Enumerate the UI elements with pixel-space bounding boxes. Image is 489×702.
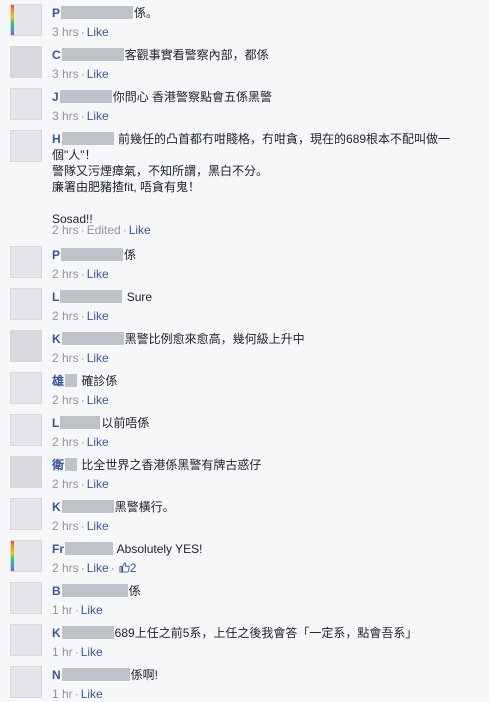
redacted-name	[65, 374, 78, 387]
comment-time[interactable]: 1 hr	[52, 687, 73, 701]
avatar[interactable]	[10, 46, 42, 78]
like-link[interactable]: Like	[87, 67, 109, 81]
like-link[interactable]: Like	[87, 561, 109, 575]
avatar[interactable]	[10, 288, 42, 320]
like-link[interactable]: Like	[87, 435, 109, 449]
redacted-name	[61, 132, 114, 145]
edited-label[interactable]: Edited	[87, 223, 121, 237]
comment-text-line: 前幾任的凸首都冇咁賤格，冇咁貪，現在的689根本不配叫做一	[118, 132, 451, 146]
like-link[interactable]: Like	[87, 109, 109, 123]
comment-text: Sure	[126, 290, 153, 304]
comment-time[interactable]: 2 hrs	[52, 223, 79, 237]
comment-text: 係啊!	[130, 668, 159, 682]
commenter-name[interactable]: K	[52, 500, 61, 514]
redacted-name	[60, 290, 123, 303]
comment-time[interactable]: 1 hr	[52, 603, 73, 617]
avatar[interactable]	[10, 624, 42, 656]
avatar[interactable]	[10, 414, 42, 446]
comment-text-line: 警隊又污煙瘴氣，不知所謂，黑白不分。	[52, 164, 269, 178]
redacted-name	[61, 6, 134, 19]
commenter-name[interactable]: B	[52, 584, 61, 598]
avatar[interactable]	[10, 88, 42, 120]
comment-text-line: 廉署由肥豬揸fit, 唔貪有鬼！	[52, 180, 201, 194]
avatar[interactable]	[10, 456, 42, 488]
redacted-name	[65, 458, 78, 471]
commenter-name[interactable]: J	[52, 90, 59, 104]
comment-time[interactable]: 3 hrs	[52, 67, 79, 81]
redacted-name	[61, 248, 124, 261]
avatar[interactable]	[10, 498, 42, 530]
comment-time[interactable]: 2 hrs	[52, 267, 79, 281]
redacted-name	[61, 584, 128, 597]
redacted-name	[65, 542, 113, 555]
comment-text: 係。	[134, 6, 159, 20]
comment-text: 以前唔係	[101, 416, 150, 430]
comment-time[interactable]: 2 hrs	[52, 561, 79, 575]
comment-text-line	[52, 195, 477, 211]
comment-time[interactable]: 3 hrs	[52, 109, 79, 123]
like-count-value: 2	[129, 561, 137, 575]
avatar[interactable]	[10, 666, 42, 698]
commenter-name[interactable]: K	[52, 332, 61, 346]
like-count[interactable]: 2	[117, 561, 137, 575]
comment-time[interactable]: 1 hr	[52, 645, 73, 659]
comment-text: 比全世界之香港係黑警有牌古惑仔	[81, 458, 262, 472]
comment-text: 黑警橫行。	[114, 500, 175, 514]
commenter-name[interactable]: Fr	[52, 542, 64, 556]
thumbs-up-icon	[119, 562, 130, 573]
commenter-name[interactable]: N	[52, 668, 61, 682]
redacted-name	[61, 332, 124, 345]
comment-time[interactable]: 2 hrs	[52, 477, 79, 491]
comment-time[interactable]: 2 hrs	[52, 309, 79, 323]
comment-text: 689上任之前5系，上任之後我會答「一定系，點會吾系」	[114, 626, 418, 640]
like-link[interactable]: Like	[87, 309, 109, 323]
redacted-name	[61, 48, 124, 61]
like-link[interactable]: Like	[87, 351, 109, 365]
redacted-name	[61, 500, 114, 513]
comment-text-line: 個"人"！	[52, 148, 97, 162]
redacted-name	[61, 668, 130, 681]
comment-text: 確診係	[81, 374, 118, 388]
commenter-name[interactable]: 衛	[52, 458, 64, 472]
like-link[interactable]: Like	[81, 603, 103, 617]
commenter-name[interactable]: P	[52, 6, 60, 20]
like-link[interactable]: Like	[87, 477, 109, 491]
avatar[interactable]	[10, 582, 42, 614]
redacted-name	[61, 626, 114, 639]
comment-text: 客觀事實看警察內部，都係	[124, 48, 269, 62]
comment-text: 係	[124, 248, 137, 262]
comment-time[interactable]: 2 hrs	[52, 351, 79, 365]
comment-text: 係	[128, 584, 141, 598]
like-link[interactable]: Like	[87, 25, 109, 39]
commenter-name[interactable]: L	[52, 416, 59, 430]
like-link[interactable]: Like	[81, 687, 103, 701]
avatar[interactable]	[10, 372, 42, 404]
comment-time[interactable]: 3 hrs	[52, 25, 79, 39]
avatar[interactable]	[10, 246, 42, 278]
like-link[interactable]: Like	[87, 267, 109, 281]
comment-text: 黑警比例愈來愈高，幾何級上升中	[124, 332, 305, 346]
redacted-name	[59, 90, 112, 103]
redacted-name	[60, 416, 101, 429]
comment-text: Absolutely YES!	[116, 542, 203, 556]
commenter-name[interactable]: 雄	[52, 374, 64, 388]
avatar[interactable]	[10, 4, 42, 36]
like-link[interactable]: Like	[87, 393, 109, 407]
comment-time[interactable]: 2 hrs	[52, 393, 79, 407]
like-link[interactable]: Like	[81, 645, 103, 659]
like-link[interactable]: Like	[129, 223, 151, 237]
commenter-name[interactable]: L	[52, 290, 59, 304]
commenter-name[interactable]: K	[52, 626, 61, 640]
avatar[interactable]	[10, 330, 42, 362]
comment-text: 你問心 香港警察點會五係黑警	[112, 90, 273, 104]
comment-time[interactable]: 2 hrs	[52, 519, 79, 533]
comment-time[interactable]: 2 hrs	[52, 435, 79, 449]
avatar[interactable]	[10, 540, 42, 572]
commenter-name[interactable]: C	[52, 48, 61, 62]
like-link[interactable]: Like	[87, 519, 109, 533]
avatar[interactable]	[10, 130, 42, 162]
commenter-name[interactable]: H	[52, 132, 61, 146]
commenter-name[interactable]: P	[52, 248, 60, 262]
